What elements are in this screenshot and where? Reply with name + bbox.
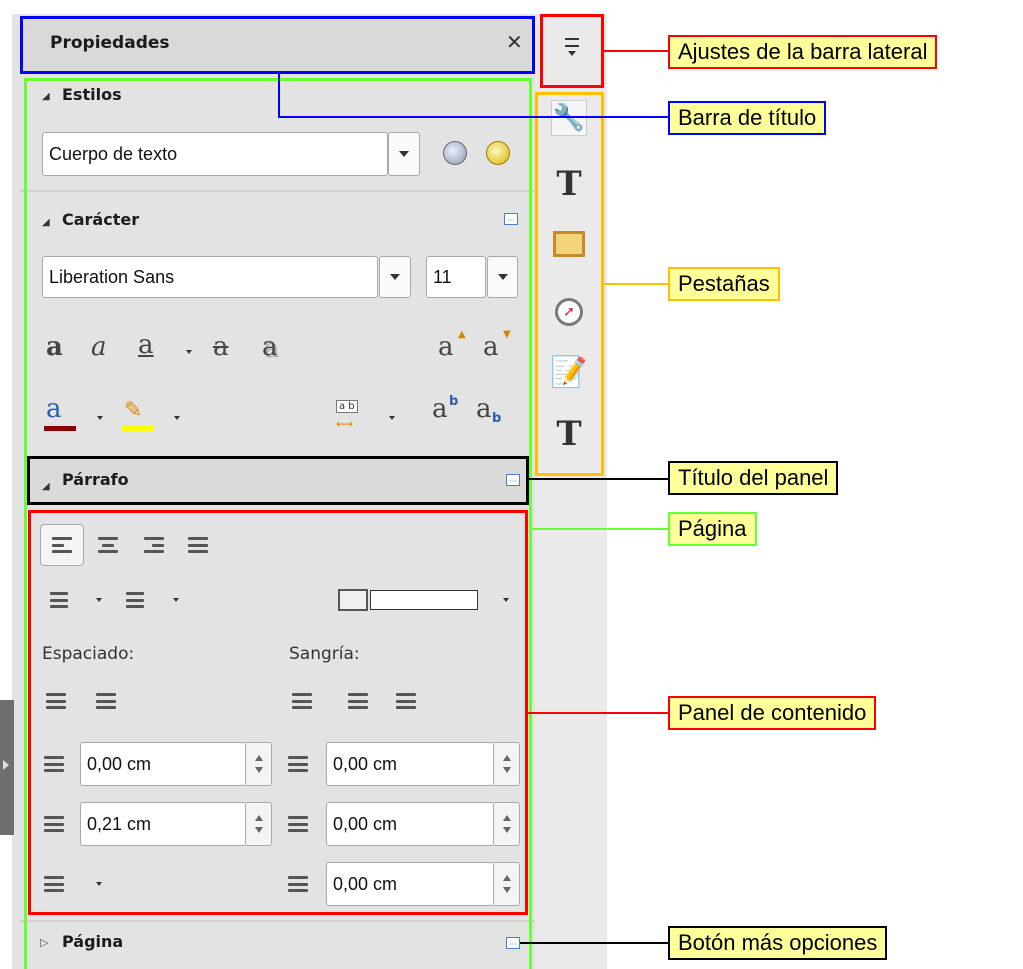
panel-title-highlight xyxy=(27,456,529,505)
connector-line xyxy=(528,712,668,714)
callout-page: Página xyxy=(668,512,757,546)
callout-title-bar: Barra de título xyxy=(668,101,827,135)
tab-navigator-compass-icon[interactable]: ➚ xyxy=(551,294,587,330)
connector-line xyxy=(278,116,668,118)
callout-more-options: Botón más opciones xyxy=(668,926,888,960)
expand-arrow-icon xyxy=(3,760,9,770)
title-bar-highlight xyxy=(20,16,535,74)
tab-gallery-icon[interactable] xyxy=(551,226,587,262)
callout-content-panel: Panel de contenido xyxy=(668,696,877,730)
connector-line xyxy=(604,50,668,52)
connector-line xyxy=(532,528,668,530)
connector-line xyxy=(529,478,668,480)
tab-manage-changes-icon[interactable]: 📝 xyxy=(550,354,587,390)
sidebar-settings-button[interactable] xyxy=(565,38,579,56)
tab-styles-icon[interactable]: T xyxy=(551,164,587,204)
tab-properties-wrench-icon[interactable]: 🔧 xyxy=(551,100,587,136)
connector-line xyxy=(604,283,668,285)
content-panel-highlight xyxy=(28,510,528,915)
connector-line xyxy=(278,74,280,116)
connector-line xyxy=(520,942,668,944)
callout-sidebar-settings: Ajustes de la barra lateral xyxy=(668,35,938,69)
callout-panel-title: Título del panel xyxy=(668,461,839,495)
tab-design-icon[interactable]: T xyxy=(551,414,587,454)
callout-tabs: Pestañas xyxy=(668,267,780,301)
